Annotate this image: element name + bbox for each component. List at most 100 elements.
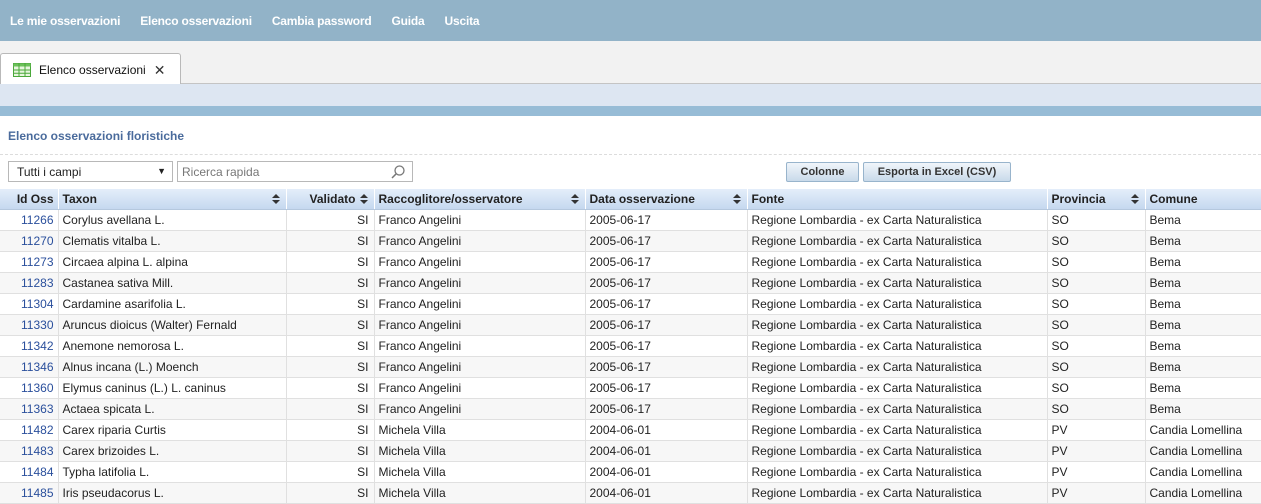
cell-id[interactable]: 11483 [0, 440, 59, 462]
sort-icon[interactable] [359, 194, 368, 204]
table-row[interactable]: 11483 Carex brizoides L. SI Michela Villa 20… [0, 440, 1261, 462]
table-row[interactable]: 11270 Clematis vitalba L. SI Franco Angelin… [0, 230, 1261, 252]
cell-fonte: Regione Lombardia - ex Carta Naturalisti… [747, 419, 1048, 441]
cell-comune: Bema [1145, 314, 1261, 336]
cell-raccoglitore: Franco Angelini [374, 230, 586, 252]
column-header-label: Comune [1149, 191, 1198, 206]
cell-comune: Candia Lomellina [1145, 482, 1261, 504]
sort-icon[interactable] [1130, 194, 1139, 204]
cell-taxon: Anemone nemorosa L. [58, 335, 287, 357]
cell-validato: SI [286, 251, 375, 273]
cell-fonte: Regione Lombardia - ex Carta Naturalisti… [747, 440, 1048, 462]
cell-data: 2005-06-17 [585, 209, 748, 231]
cell-taxon: Iris pseudacorus L. [58, 482, 287, 504]
cell-fonte: Regione Lombardia - ex Carta Naturalisti… [747, 230, 1048, 252]
cell-provincia: SO [1047, 377, 1146, 399]
column-header-id-oss[interactable]: Id Oss [0, 189, 59, 210]
column-header-raccoglitore[interactable]: Raccoglitore/osservatore [374, 189, 586, 210]
sort-icon[interactable] [732, 194, 741, 204]
cell-validato: SI [286, 314, 375, 336]
cell-id[interactable]: 11283 [0, 272, 59, 294]
cell-validato: SI [286, 230, 375, 252]
cell-provincia: PV [1047, 461, 1146, 483]
cell-id[interactable]: 11304 [0, 293, 59, 315]
cell-comune: Bema [1145, 209, 1261, 231]
cell-taxon: Elymus caninus (L.) L. caninus [58, 377, 287, 399]
cell-validato: SI [286, 335, 375, 357]
cell-id[interactable]: 11273 [0, 251, 59, 273]
cell-fonte: Regione Lombardia - ex Carta Naturalisti… [747, 293, 1048, 315]
table-row[interactable]: 11482 Carex riparia Curtis SI Michela Villa… [0, 419, 1261, 441]
cell-id[interactable]: 11484 [0, 461, 59, 483]
cell-fonte: Regione Lombardia - ex Carta Naturalisti… [747, 314, 1048, 336]
nav-cambia-password[interactable]: Cambia password [272, 14, 372, 28]
column-header-fonte[interactable]: Fonte [747, 189, 1048, 210]
nav-guida[interactable]: Guida [392, 14, 425, 28]
table-row[interactable]: 11342 Anemone nemorosa L. SI Franco Angelin… [0, 335, 1261, 357]
cell-provincia: SO [1047, 230, 1146, 252]
cell-provincia: PV [1047, 419, 1146, 441]
cell-data: 2004-06-01 [585, 482, 748, 504]
cell-id[interactable]: 11346 [0, 356, 59, 378]
header-band [0, 84, 1261, 106]
export-csv-button[interactable]: Esporta in Excel (CSV) [863, 162, 1011, 182]
cell-taxon: Aruncus dioicus (Walter) Fernald [58, 314, 287, 336]
cell-id[interactable]: 11270 [0, 230, 59, 252]
cell-fonte: Regione Lombardia - ex Carta Naturalisti… [747, 398, 1048, 420]
cell-raccoglitore: Franco Angelini [374, 251, 586, 273]
cell-comune: Candia Lomellina [1145, 461, 1261, 483]
nav-uscita[interactable]: Uscita [445, 14, 480, 28]
table-row[interactable]: 11485 Iris pseudacorus L. SI Michela Villa 2… [0, 482, 1261, 504]
cell-provincia: SO [1047, 314, 1146, 336]
column-header-provincia[interactable]: Provincia [1047, 189, 1146, 210]
column-header-label: Data osservazione [589, 191, 695, 206]
nav-elenco-osservazioni[interactable]: Elenco osservazioni [140, 14, 252, 28]
field-select[interactable]: Tutti i campi ▼ [8, 161, 173, 182]
table-row[interactable]: 11266 Corylus avellana L. SI Franco Angelin… [0, 209, 1261, 231]
cell-comune: Bema [1145, 251, 1261, 273]
cell-raccoglitore: Franco Angelini [374, 209, 586, 231]
table-row[interactable]: 11360 Elymus caninus (L.) L. caninus SI Fra… [0, 377, 1261, 399]
header-band-accent [0, 106, 1261, 116]
cell-comune: Candia Lomellina [1145, 419, 1261, 441]
close-icon[interactable]: ✕ [154, 63, 166, 77]
tab-elenco-osservazioni[interactable]: Elenco osservazioni ✕ [0, 53, 181, 85]
search-box[interactable] [177, 161, 413, 182]
column-header-label: Raccoglitore/osservatore [378, 191, 523, 206]
column-header-label: Provincia [1051, 191, 1106, 206]
cell-id[interactable]: 11330 [0, 314, 59, 336]
search-icon[interactable] [390, 164, 406, 180]
cell-id[interactable]: 11363 [0, 398, 59, 420]
field-select-value: Tutti i campi [17, 164, 82, 179]
sort-icon[interactable] [570, 194, 579, 204]
cell-id[interactable]: 11342 [0, 335, 59, 357]
table-row[interactable]: 11484 Typha latifolia L. SI Michela Villa 20… [0, 461, 1261, 483]
columns-button[interactable]: Colonne [786, 162, 859, 182]
sort-icon[interactable] [271, 194, 280, 204]
table-row[interactable]: 11273 Circaea alpina L. alpina SI Franco An… [0, 251, 1261, 273]
column-header-validato[interactable]: Validato [286, 189, 375, 210]
cell-id[interactable]: 11482 [0, 419, 59, 441]
column-header-data-osservazione[interactable]: Data osservazione [585, 189, 748, 210]
column-header-taxon[interactable]: Taxon [58, 189, 287, 210]
table-row[interactable]: 11330 Aruncus dioicus (Walter) Fernald SI F… [0, 314, 1261, 336]
cell-raccoglitore: Franco Angelini [374, 335, 586, 357]
nav-le-mie-osservazioni[interactable]: Le mie osservazioni [10, 14, 120, 28]
table-row[interactable]: 11363 Actaea spicata L. SI Franco Angelini 2… [0, 398, 1261, 420]
search-input[interactable] [178, 162, 378, 181]
table-row[interactable]: 11346 Alnus incana (L.) Moench SI Franco An… [0, 356, 1261, 378]
observations-table: Id Oss Taxon Validato Raccoglitore/osservat… [0, 189, 1261, 504]
cell-data: 2005-06-17 [585, 377, 748, 399]
column-header-comune[interactable]: Comune [1145, 189, 1261, 210]
table-row[interactable]: 11283 Castanea sativa Mill. SI Franco Angel… [0, 272, 1261, 294]
cell-provincia: SO [1047, 251, 1146, 273]
cell-data: 2005-06-17 [585, 356, 748, 378]
cell-comune: Bema [1145, 335, 1261, 357]
cell-comune: Bema [1145, 398, 1261, 420]
cell-id[interactable]: 11485 [0, 482, 59, 504]
table-row[interactable]: 11304 Cardamine asarifolia L. SI Franco Ang… [0, 293, 1261, 315]
cell-id[interactable]: 11266 [0, 209, 59, 231]
cell-id[interactable]: 11360 [0, 377, 59, 399]
cell-fonte: Regione Lombardia - ex Carta Naturalisti… [747, 356, 1048, 378]
cell-provincia: SO [1047, 293, 1146, 315]
